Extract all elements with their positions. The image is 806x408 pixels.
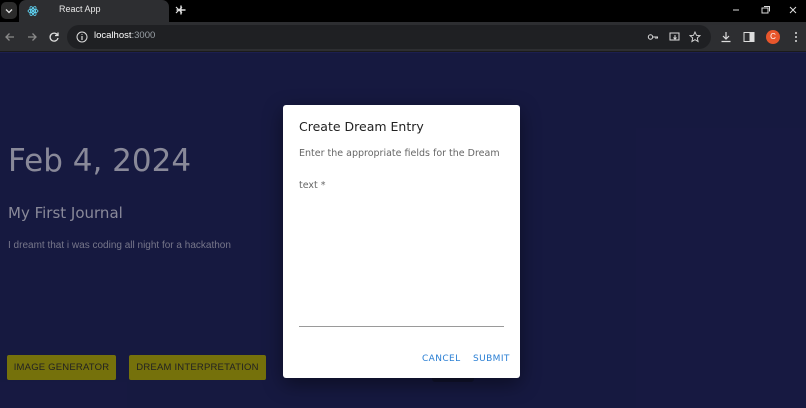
create-dream-dialog: Create Dream Entry Enter the appropriate… [283,105,520,378]
bookmark-star-icon[interactable] [689,31,701,43]
download-icon[interactable] [720,31,732,43]
dialog-title: Create Dream Entry [299,119,424,134]
more-menu-icon[interactable] [790,31,802,43]
url-text: localhost:3000 [94,30,156,41]
side-panel-icon[interactable] [743,31,755,43]
react-logo-icon [27,6,39,16]
install-app-icon[interactable] [669,31,681,43]
browser-toolbar: localhost:3000 C [0,22,806,52]
chevron-down-icon [5,8,13,13]
forward-arrow-icon[interactable] [26,31,38,43]
text-field-label: text * [299,180,326,191]
site-info-icon[interactable] [76,31,88,43]
restore-icon[interactable] [757,3,773,17]
new-tab-icon[interactable] [174,3,188,17]
submit-button[interactable]: SUBMIT [473,354,510,364]
tab-strip: React App [0,0,806,22]
password-key-icon[interactable] [647,31,659,43]
minimize-icon[interactable] [728,3,744,17]
text-field[interactable] [299,195,504,327]
address-bar[interactable]: localhost:3000 [67,25,711,49]
back-arrow-icon[interactable] [4,31,16,43]
cancel-button[interactable]: CANCEL [422,354,461,364]
reload-icon[interactable] [48,31,60,43]
tab-title: React App [59,4,101,14]
close-window-icon[interactable] [785,3,801,17]
dialog-description: Enter the appropriate fields for the Dre… [299,148,500,159]
profile-avatar[interactable]: C [766,30,780,44]
browser-tab[interactable]: React App [19,0,183,22]
tab-search-button[interactable] [1,2,17,19]
